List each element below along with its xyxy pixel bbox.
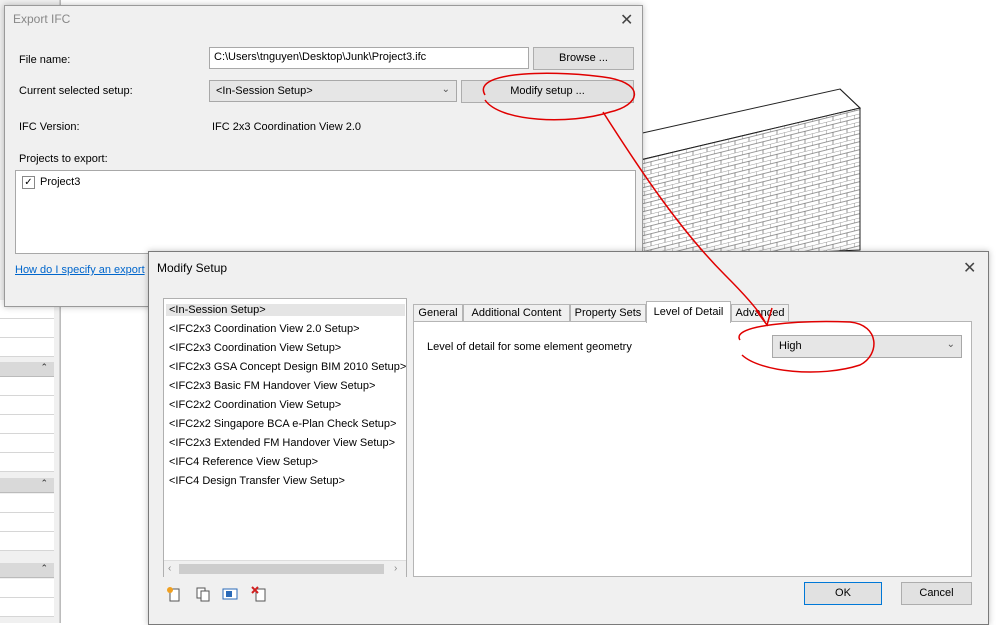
ifc-version-label: IFC Version: — [19, 121, 80, 133]
tab-additional-content[interactable]: Additional Content — [463, 304, 570, 322]
setup-list-item[interactable]: <In-Session Setup> — [166, 304, 405, 316]
new-setup-icon[interactable] — [166, 586, 182, 602]
modify-setup-button[interactable]: Modify setup ... — [461, 80, 634, 103]
setup-list-item[interactable]: <IFC2x2 Singapore BCA e-Plan Check Setup… — [169, 418, 396, 430]
tab-level-of-detail[interactable]: Level of Detail — [646, 301, 731, 323]
delete-setup-icon[interactable] — [251, 586, 267, 602]
project-name: Project3 — [40, 176, 81, 188]
setup-list-item[interactable]: <IFC2x3 Basic FM Handover View Setup> — [169, 380, 375, 392]
setup-list: <In-Session Setup> <IFC2x3 Coordination … — [163, 298, 407, 577]
setup-list-item[interactable]: <IFC2x3 Coordination View 2.0 Setup> — [169, 323, 360, 335]
lod-dropdown-value: High — [779, 340, 802, 352]
help-link[interactable]: How do I specify an export — [15, 264, 145, 276]
tab-panel: Level of detail for some element geometr… — [413, 321, 972, 577]
lod-dropdown[interactable]: High ⌄ — [772, 335, 962, 358]
chevron-down-icon: ⌄ — [946, 339, 955, 350]
duplicate-setup-icon[interactable] — [195, 586, 211, 602]
browse-button[interactable]: Browse ... — [533, 47, 634, 70]
horizontal-scrollbar[interactable]: ‹ › — [164, 560, 406, 577]
close-icon[interactable]: ✕ — [963, 258, 976, 278]
setup-dropdown-value: <In-Session Setup> — [216, 85, 313, 97]
setup-list-item[interactable]: <IFC2x3 Coordination View Setup> — [169, 342, 341, 354]
setup-list-item[interactable]: <IFC4 Design Transfer View Setup> — [169, 475, 345, 487]
scroll-right-icon[interactable]: › — [394, 563, 397, 574]
ifc-version-value: IFC 2x3 Coordination View 2.0 — [212, 121, 361, 133]
setup-list-item[interactable]: <IFC2x2 Coordination View Setup> — [169, 399, 341, 411]
rename-setup-icon[interactable] — [222, 586, 238, 602]
dialog-title: Export IFC — [13, 12, 71, 26]
file-name-input[interactable]: C:\Users\tnguyen\Desktop\Junk\Project3.i… — [209, 47, 529, 69]
tab-property-sets[interactable]: Property Sets — [570, 304, 646, 322]
setup-list-item[interactable]: <IFC4 Reference View Setup> — [169, 456, 318, 468]
projects-list: ✓ Project3 — [15, 170, 636, 254]
cancel-button[interactable]: Cancel — [901, 582, 972, 605]
chevron-down-icon: ⌄ — [441, 84, 450, 95]
scrollbar-thumb[interactable] — [179, 564, 384, 574]
setup-list-item[interactable]: <IFC2x3 GSA Concept Design BIM 2010 Setu… — [169, 361, 406, 373]
lod-label: Level of detail for some element geometr… — [427, 341, 632, 353]
setup-label: Current selected setup: — [19, 85, 133, 97]
scroll-left-icon[interactable]: ‹ — [168, 563, 171, 574]
setup-dropdown[interactable]: <In-Session Setup> ⌄ — [209, 80, 457, 102]
tab-advanced[interactable]: Advanced — [731, 304, 789, 322]
setup-list-item[interactable]: <IFC2x3 Extended FM Handover View Setup> — [169, 437, 395, 449]
project-checkbox[interactable]: ✓ — [22, 176, 35, 189]
file-name-label: File name: — [19, 54, 71, 66]
dialog-title: Modify Setup — [157, 261, 228, 275]
tab-general[interactable]: General — [413, 304, 463, 322]
projects-label: Projects to export: — [19, 153, 108, 165]
close-icon[interactable]: ✕ — [620, 10, 633, 30]
ok-button[interactable]: OK — [804, 582, 882, 605]
